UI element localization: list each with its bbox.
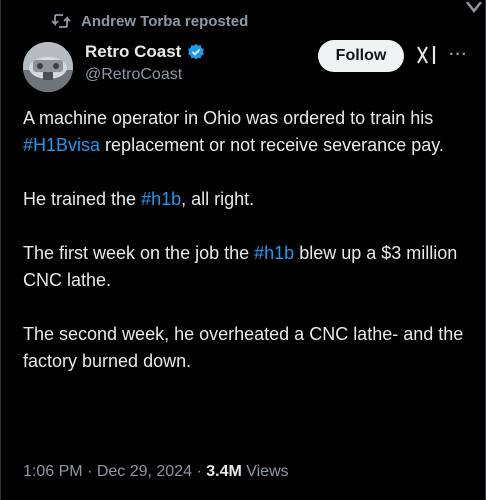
text-span: , all right. — [181, 189, 255, 209]
text-span: The first week on the job the — [23, 243, 255, 263]
tweet-text: A machine operator in Ohio was ordered t… — [23, 105, 473, 402]
pin-icon — [466, 2, 482, 14]
separator: · — [192, 463, 207, 480]
repost-label[interactable]: Andrew Torba reposted — [81, 13, 248, 30]
verified-badge-icon — [188, 43, 205, 60]
tweet-paragraph: He trained the #h1b, all right. — [23, 186, 473, 213]
text-span: He trained the — [23, 189, 142, 209]
tweet-date[interactable]: Dec 29, 2024 — [97, 463, 192, 480]
tweet-metadata: 1:06 PM · Dec 29, 2024 · 3.4M Views — [23, 463, 289, 481]
tweet-paragraph: The first week on the job the #h1b blew … — [23, 240, 473, 294]
hashtag-link[interactable]: #H1Bvisa — [23, 135, 100, 155]
grok-icon[interactable] — [415, 43, 439, 67]
text-span: replacement or not receive severance pay… — [100, 135, 444, 155]
repost-indicator[interactable]: Andrew Torba reposted — [51, 12, 248, 30]
follow-button[interactable]: Follow — [318, 40, 404, 72]
tweet-paragraph: A machine operator in Ohio was ordered t… — [23, 105, 473, 159]
tweet-card: Andrew Torba reposted Retro Coast @Retro… — [0, 0, 486, 500]
views-label: Views — [241, 463, 289, 480]
views-count: 3.4M — [206, 463, 242, 480]
avatar-image — [23, 42, 73, 92]
avatar[interactable] — [23, 42, 73, 92]
author-info: Retro Coast @RetroCoast — [85, 42, 205, 84]
tweet-paragraph: The second week, he overheated a CNC lat… — [23, 321, 473, 375]
repost-icon — [51, 14, 71, 28]
author-name[interactable]: Retro Coast — [85, 42, 181, 62]
hashtag-link[interactable]: #h1b — [254, 243, 294, 263]
tweet-time[interactable]: 1:06 PM — [23, 463, 83, 480]
text-span: A machine operator in Ohio was ordered t… — [23, 108, 434, 128]
hashtag-link[interactable]: #h1b — [141, 189, 181, 209]
text-span: The second week, he overheated a CNC lat… — [23, 324, 464, 371]
more-icon[interactable]: ··· — [449, 46, 468, 64]
separator: · — [82, 463, 97, 480]
author-handle[interactable]: @RetroCoast — [85, 66, 205, 84]
